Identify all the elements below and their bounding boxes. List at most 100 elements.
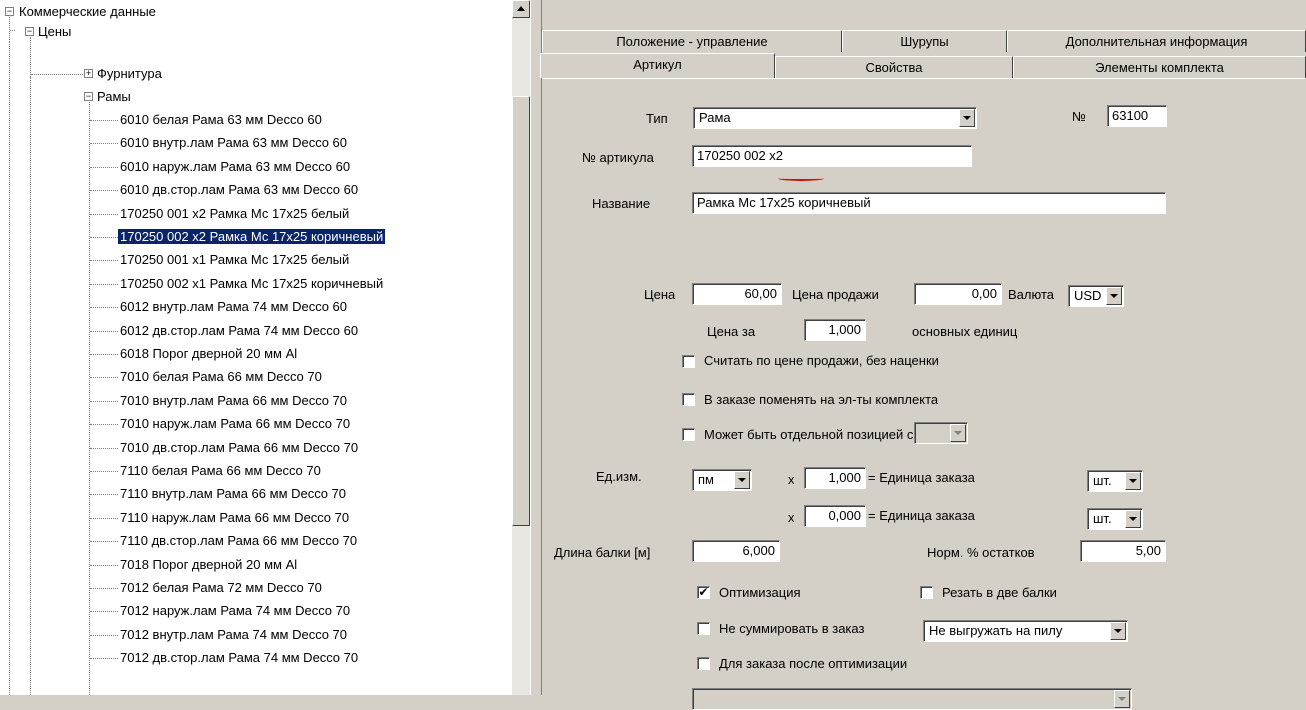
tree-item[interactable]: 7018 Порог дверной 20 мм Al bbox=[118, 555, 299, 575]
tree-line bbox=[90, 237, 118, 238]
name-field[interactable]: Рамка Мс 17x25 коричневый bbox=[692, 192, 1166, 214]
tree-line bbox=[90, 330, 118, 332]
red-underline-mark bbox=[778, 176, 824, 181]
norm-rest-field[interactable]: 5,00 bbox=[1080, 540, 1166, 562]
tab-article[interactable]: Артикул bbox=[540, 53, 775, 78]
tree-item[interactable]: 7012 внутр.лам Рама 74 мм Decco 70 bbox=[118, 625, 349, 645]
tree-item[interactable]: 6010 белая Рама 63 мм Decco 60 bbox=[118, 110, 324, 130]
chevron-down-icon[interactable] bbox=[959, 109, 975, 127]
chevron-down-icon[interactable] bbox=[1125, 510, 1141, 528]
tree-item[interactable]: 6010 дв.стор.лам Рама 63 мм Decco 60 bbox=[118, 180, 360, 200]
tree-item[interactable]: 7012 наруж.лам Рама 74 мм Decco 70 bbox=[118, 601, 352, 621]
tree-item[interactable]: 7110 наруж.лам Рама 66 мм Decco 70 bbox=[118, 508, 351, 528]
tree-line bbox=[90, 283, 118, 285]
price-per-field[interactable]: 1,000 bbox=[804, 319, 866, 341]
after-opt-checkbox[interactable] bbox=[697, 657, 710, 670]
tree-node-frames[interactable]: Рамы bbox=[95, 87, 133, 107]
tree-item[interactable]: 170250 001 x1 Рамка Мс 17x25 белый bbox=[118, 250, 351, 270]
tree-item[interactable]: 7010 дв.стор.лам Рама 66 мм Decco 70 bbox=[118, 438, 360, 458]
tree-item[interactable]: 7110 дв.стор.лам Рама 66 мм Decco 70 bbox=[118, 531, 359, 551]
collapse-icon[interactable]: − bbox=[25, 27, 34, 36]
tab-screws[interactable]: Шурупы bbox=[842, 30, 1007, 52]
tree-line bbox=[90, 658, 118, 660]
saw-export-select[interactable]: Не выгружать на пилу bbox=[923, 620, 1128, 642]
order-unit1-label: = Единица заказа bbox=[868, 470, 975, 485]
factor1-field[interactable]: 1,000 bbox=[804, 467, 866, 489]
cut-two-checkbox[interactable] bbox=[920, 586, 933, 599]
scroll-up-button[interactable] bbox=[512, 0, 530, 18]
tree-item-label: 7012 наруж.лам Рама 74 мм Decco 70 bbox=[120, 603, 351, 619]
properties-panel: Положение - управление Шурупы Дополнител… bbox=[540, 0, 1306, 710]
chevron-down-icon[interactable] bbox=[1114, 690, 1130, 708]
sale-price-checkbox[interactable] bbox=[682, 355, 695, 368]
factor2-field[interactable]: 0,000 bbox=[804, 505, 866, 527]
tree-line bbox=[90, 611, 118, 613]
tree-item[interactable]: 170250 001 x2 Рамка Мс 17x25 белый bbox=[118, 204, 351, 224]
chevron-down-icon[interactable] bbox=[734, 471, 750, 489]
tab-position[interactable]: Положение - управление bbox=[542, 30, 842, 52]
tree-line bbox=[90, 588, 118, 589]
bar-length-field[interactable]: 6,000 bbox=[692, 540, 780, 562]
number-label: № bbox=[1072, 109, 1086, 124]
tree-node-prices[interactable]: Цены bbox=[36, 22, 73, 42]
tree-item[interactable]: 7010 белая Рама 66 мм Decco 70 bbox=[118, 367, 324, 387]
tree-item[interactable]: 6012 дв.стор.лам Рама 74 мм Decco 60 bbox=[118, 321, 360, 341]
type-value: Рама bbox=[699, 110, 731, 125]
tab-properties[interactable]: Свойства bbox=[775, 56, 1013, 78]
tree-item[interactable]: 6012 внутр.лам Рама 74 мм Decco 60 bbox=[118, 297, 349, 317]
replace-kit-checkbox[interactable] bbox=[682, 393, 695, 406]
tree-line bbox=[90, 517, 118, 519]
tree-node-hardware[interactable]: Фурнитура bbox=[95, 64, 164, 84]
tree-item[interactable]: 7010 внутр.лам Рама 66 мм Decco 70 bbox=[118, 391, 349, 411]
tree-line bbox=[90, 541, 118, 543]
currency-value: USD bbox=[1074, 288, 1102, 303]
bar-length-label: Длина балки [м] bbox=[554, 545, 651, 560]
tree-item[interactable]: 170250 002 x1 Рамка Мс 17x25 коричневый bbox=[118, 274, 385, 294]
tree-node-commercial[interactable]: Коммерческие данные bbox=[17, 2, 158, 22]
tree-item[interactable]: 7110 внутр.лам Рама 66 мм Decco 70 bbox=[118, 484, 348, 504]
expand-icon[interactable]: + bbox=[84, 69, 93, 78]
tree-line bbox=[90, 634, 118, 636]
tree-item[interactable]: 7110 белая Рама 66 мм Decco 70 bbox=[118, 461, 323, 481]
tree-item-label: 7012 дв.стор.лам Рама 74 мм Decco 70 bbox=[120, 650, 359, 666]
tree-item[interactable]: 6010 наруж.лам Рама 63 мм Decco 60 bbox=[118, 157, 352, 177]
tree-item[interactable]: 170250 002 x2 Рамка Мс 17x25 коричневый bbox=[116, 227, 387, 247]
currency-select[interactable]: USD bbox=[1068, 285, 1124, 307]
type-select[interactable]: Рама bbox=[693, 107, 977, 129]
number-field[interactable]: 63100 bbox=[1107, 105, 1167, 127]
tab-kit-elements[interactable]: Элементы комплекта bbox=[1013, 56, 1306, 78]
order-unit2-select[interactable]: шт. bbox=[1087, 508, 1143, 530]
tree-item[interactable]: 6010 внутр.лам Рама 63 мм Decco 60 bbox=[118, 133, 349, 153]
tree-item[interactable]: 6018 Порог дверной 20 мм Al bbox=[118, 344, 299, 364]
cut-two-checkbox-label: Резать в две балки bbox=[942, 585, 1057, 600]
scroll-thumb[interactable] bbox=[512, 96, 530, 526]
multiply-sign: x bbox=[788, 472, 795, 487]
article-field[interactable]: 170250 002 x2 bbox=[692, 145, 972, 167]
optimization-checkbox[interactable]: ✔ bbox=[697, 586, 710, 599]
sale-price-field[interactable]: 0,00 bbox=[914, 283, 1002, 305]
separate-position-checkbox[interactable] bbox=[682, 428, 695, 441]
collapse-icon[interactable]: − bbox=[5, 7, 14, 16]
sale-price-checkbox-label: Считать по цене продажи, без наценки bbox=[704, 353, 939, 368]
saw-export-value: Не выгружать на пилу bbox=[929, 623, 1063, 638]
separate-position-select[interactable] bbox=[914, 422, 968, 444]
price-field[interactable]: 60,00 bbox=[692, 283, 782, 305]
chevron-down-icon[interactable] bbox=[1106, 287, 1122, 305]
no-sum-checkbox[interactable] bbox=[697, 622, 710, 635]
splitter[interactable] bbox=[530, 0, 542, 695]
chevron-down-icon[interactable] bbox=[1110, 622, 1126, 640]
unit-select[interactable]: пм bbox=[692, 469, 752, 491]
collapse-icon[interactable]: − bbox=[84, 92, 93, 101]
tree-item-label: 7010 белая Рама 66 мм Decco 70 bbox=[120, 369, 322, 385]
tree-item[interactable]: 7010 наруж.лам Рама 66 мм Decco 70 bbox=[118, 414, 352, 434]
replace-kit-checkbox-label: В заказе поменять на эл-ты комплекта bbox=[704, 392, 939, 407]
tree-view[interactable]: − Коммерческие данные − Цены + Фурнитура… bbox=[0, 0, 512, 695]
tree-scrollbar[interactable] bbox=[512, 0, 530, 695]
tab-additional-info[interactable]: Дополнительная информация bbox=[1007, 30, 1306, 52]
chevron-down-icon[interactable] bbox=[1125, 472, 1141, 490]
bottom-select[interactable] bbox=[692, 688, 1132, 710]
tree-item[interactable]: 7012 дв.стор.лам Рама 74 мм Decco 70 bbox=[118, 648, 360, 668]
order-unit1-select[interactable]: шт. bbox=[1087, 470, 1143, 492]
tree-item[interactable]: 7012 белая Рама 72 мм Decco 70 bbox=[118, 578, 324, 598]
chevron-down-icon[interactable] bbox=[950, 424, 966, 442]
